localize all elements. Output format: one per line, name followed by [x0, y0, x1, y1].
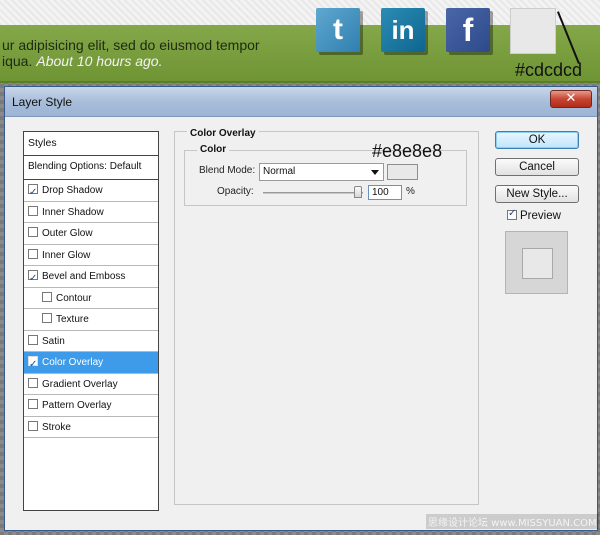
dialog-titlebar[interactable]: Layer Style ✕	[5, 87, 597, 117]
inner-shadow-checkbox[interactable]	[28, 205, 38, 216]
linkedin-icon[interactable]: in	[381, 8, 425, 52]
pattern-overlay-checkbox[interactable]	[28, 399, 38, 410]
drop-shadow-checkbox[interactable]	[28, 182, 38, 201]
close-button[interactable]: ✕	[550, 90, 592, 108]
preview-swatch	[522, 248, 553, 279]
ok-button[interactable]: OK	[495, 131, 579, 149]
effect-stroke[interactable]: Stroke	[24, 417, 158, 438]
color-group-title: Color	[197, 144, 230, 155]
satin-checkbox[interactable]	[28, 334, 38, 345]
facebook-icon[interactable]: f	[446, 8, 490, 52]
opacity-unit: %	[406, 186, 415, 197]
effect-pattern-overlay[interactable]: Pattern Overlay	[24, 395, 158, 417]
effect-gradient-overlay[interactable]: Gradient Overlay	[24, 374, 158, 395]
inner-glow-checkbox[interactable]	[28, 248, 38, 259]
swatch-color-annotation: #cdcdcd	[515, 60, 583, 80]
twitter-icon[interactable]: t	[316, 8, 360, 52]
preview-toggle[interactable]: Preview	[507, 208, 561, 222]
post-text-line1: ur adipisicing elit, sed do eiusmod temp…	[2, 37, 260, 53]
effect-bevel-emboss[interactable]: Bevel and Emboss	[24, 266, 158, 288]
effect-contour[interactable]: Contour	[24, 288, 158, 309]
blend-mode-label: Blend Mode:	[199, 165, 256, 176]
post-text: ur adipisicing elit, sed do eiusmod temp…	[2, 37, 260, 69]
effect-satin[interactable]: Satin	[24, 331, 158, 352]
opacity-slider-thumb[interactable]	[354, 186, 362, 198]
effect-inner-glow[interactable]: Inner Glow	[24, 245, 158, 266]
blend-mode-value: Normal	[263, 166, 296, 177]
chevron-down-icon	[371, 170, 379, 175]
cancel-button[interactable]: Cancel	[495, 158, 579, 176]
effect-drop-shadow[interactable]: Drop Shadow	[24, 180, 158, 202]
overlay-color-annotation: #e8e8e8	[372, 141, 443, 161]
effect-inner-shadow[interactable]: Inner Shadow	[24, 202, 158, 223]
opacity-label: Opacity:	[217, 186, 254, 197]
post-timestamp: About 10 hours ago.	[36, 53, 163, 69]
style-preview	[505, 231, 568, 294]
new-style-button[interactable]: New Style...	[495, 185, 579, 203]
contour-checkbox[interactable]	[42, 291, 52, 302]
dialog-title: Layer Style	[12, 95, 73, 109]
blending-options-item[interactable]: Blending Options: Default	[24, 156, 158, 180]
close-icon: ✕	[565, 91, 577, 106]
effect-color-overlay[interactable]: Color Overlay	[24, 352, 158, 374]
color-overlay-title: Color Overlay	[187, 128, 259, 139]
color-overlay-checkbox[interactable]	[28, 354, 38, 373]
styles-list: Styles Blending Options: Default Drop Sh…	[23, 131, 159, 511]
blend-mode-select[interactable]: Normal	[259, 163, 384, 181]
styles-list-header[interactable]: Styles	[24, 132, 158, 156]
preview-checkbox[interactable]	[507, 208, 517, 220]
opacity-slider-track[interactable]	[263, 192, 363, 194]
texture-checkbox[interactable]	[42, 313, 52, 324]
preview-label: Preview	[520, 210, 561, 222]
stroke-checkbox[interactable]	[28, 420, 38, 431]
effect-texture[interactable]: Texture	[24, 309, 158, 331]
effect-outer-glow[interactable]: Outer Glow	[24, 223, 158, 245]
blank-icon-swatch	[510, 8, 556, 54]
opacity-input[interactable]: 100	[368, 185, 402, 200]
outer-glow-checkbox[interactable]	[28, 227, 38, 238]
site-watermark: 思缘设计论坛 www.MISSYUAN.COM	[426, 514, 599, 529]
overlay-color-swatch[interactable]	[387, 164, 418, 180]
bevel-emboss-checkbox[interactable]	[28, 268, 38, 287]
post-text-line2: iqua.	[2, 53, 33, 69]
gradient-overlay-checkbox[interactable]	[28, 377, 38, 388]
